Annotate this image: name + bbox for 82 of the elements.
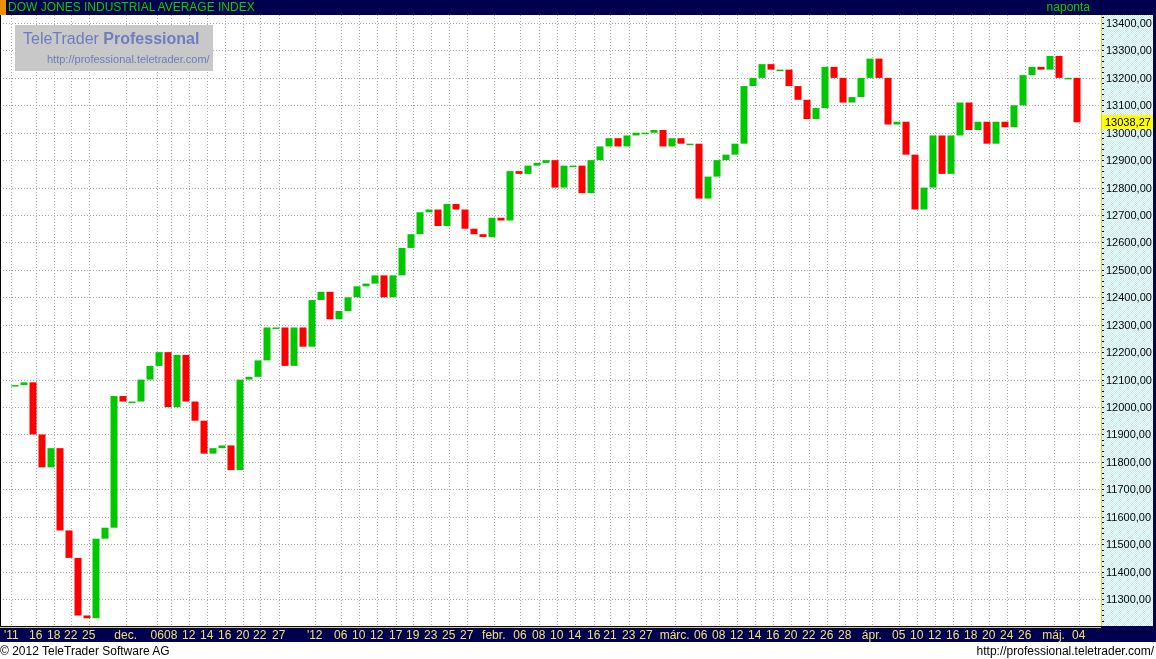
date-axis-label: febr.: [482, 628, 506, 642]
price-axis-label: 12700,00: [1106, 209, 1152, 221]
price-axis-label: 13400,00: [1106, 17, 1152, 29]
date-axis-label: 06: [513, 628, 527, 642]
price-axis-label: 12500,00: [1106, 263, 1152, 276]
copyright-text: © 2012 TeleTrader Software AG: [0, 643, 170, 658]
price-axis-label: 12100,00: [1106, 373, 1152, 386]
date-axis-label: 06: [334, 628, 348, 642]
date-axis-label: 24: [1000, 628, 1014, 642]
price-axis-label: 13100,00: [1106, 99, 1152, 112]
date-axis-label: 22: [802, 628, 816, 642]
date-axis-label: 17: [389, 628, 403, 642]
date-axis-label: 28: [838, 628, 852, 642]
date-axis-label: 20: [982, 628, 996, 642]
current-price-tag: 13038,27: [1102, 115, 1153, 130]
date-axis-label: 20: [784, 628, 798, 642]
date-axis-label: 14: [200, 628, 214, 642]
interval-label: naponta: [1046, 0, 1090, 15]
price-axis-label: 12200,00: [1106, 346, 1152, 359]
price-axis-label: 11800,00: [1106, 455, 1152, 468]
date-axis-label: 27: [639, 628, 653, 642]
date-axis-label: 08: [164, 628, 178, 642]
date-axis-label: 19: [406, 628, 420, 642]
date-axis-label: 27: [460, 628, 474, 642]
date-axis-label: 22: [64, 628, 78, 642]
date-axis-label: 08: [712, 628, 726, 642]
date-axis-label: 14: [748, 628, 762, 642]
price-axis-label: 12900,00: [1106, 154, 1152, 167]
date-axis-label: 08: [532, 628, 546, 642]
date-axis-label: 06: [150, 628, 164, 642]
date-axis-label: 12: [730, 628, 744, 642]
price-axis-label: 11900,00: [1106, 428, 1152, 441]
date-axis-label: 18: [964, 628, 978, 642]
date-axis-label: 04: [1072, 628, 1086, 642]
date-axis-label: '11: [4, 628, 19, 642]
date-axis-label: 18: [47, 628, 61, 642]
date-axis-label: ápr.: [861, 628, 882, 642]
title-marker: [0, 0, 6, 15]
logo-url: http://professional.teletrader.com/: [47, 53, 210, 66]
price-axis-label: 11400,00: [1106, 565, 1152, 578]
price-axis-label: 12300,00: [1106, 318, 1152, 331]
date-axis-label: 22: [253, 628, 267, 642]
chart-title: DOW JONES INDUSTRIAL AVERAGE INDEX: [8, 0, 256, 15]
date-axis-label: 12: [370, 628, 384, 642]
price-axis-label: 12000,00: [1106, 401, 1152, 413]
price-axis-label: 11300,00: [1106, 593, 1152, 606]
date-axis-label: 06: [694, 628, 708, 642]
date-axis-label: 14: [568, 628, 582, 642]
date-axis-label: 26: [820, 628, 834, 642]
date-axis-label: 23: [424, 628, 438, 642]
price-axis-label: 11600,00: [1106, 510, 1152, 523]
date-axis-label: 20: [236, 628, 250, 642]
date-axis-label: máj.: [1042, 628, 1065, 642]
date-axis-label: 05: [892, 628, 906, 642]
date-axis-label: 27: [272, 628, 286, 642]
date-axis-label: 10: [550, 628, 564, 642]
date-axis-label: 10: [910, 628, 924, 642]
price-axis-label: 13200,00: [1106, 71, 1152, 84]
date-axis-label: 16: [29, 628, 43, 642]
date-axis-label: 23: [622, 628, 636, 642]
date-axis-label: 16: [766, 628, 780, 642]
price-axis-label: 11500,00: [1106, 538, 1152, 551]
date-axis-label: 16: [218, 628, 232, 642]
date-axis-label: 16: [587, 628, 601, 642]
logo-name: TeleTrader Professional: [23, 29, 200, 49]
date-axis-label: 10: [352, 628, 366, 642]
date-axis-label: dec.: [114, 628, 138, 642]
date-axis-label: 26: [1018, 628, 1032, 642]
price-axis-label: 11700,00: [1106, 483, 1152, 496]
website-link[interactable]: http://professional.teletrader.com/: [976, 643, 1154, 658]
date-axis-label: márc.: [659, 628, 690, 642]
date-axis-label: 25: [442, 628, 456, 642]
date-axis-label: 25: [82, 628, 96, 642]
price-axis-label: 12600,00: [1106, 236, 1152, 249]
date-axis-label: '12: [306, 628, 323, 642]
price-axis-label: 12800,00: [1106, 181, 1152, 194]
date-axis-label: 12: [182, 628, 196, 642]
date-axis-label: 12: [928, 628, 942, 642]
price-axis-label: 12400,00: [1106, 291, 1152, 304]
date-axis-label: 21: [603, 628, 617, 642]
price-axis-label: 13300,00: [1106, 44, 1152, 57]
date-axis-label: 16: [946, 628, 960, 642]
